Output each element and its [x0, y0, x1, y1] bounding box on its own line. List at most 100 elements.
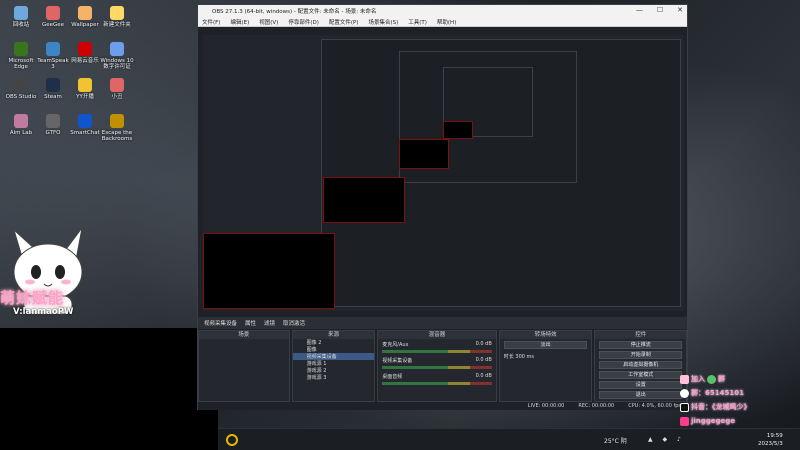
black-box-medium — [323, 177, 405, 223]
desktop-icon[interactable]: Steam — [36, 78, 70, 100]
cpu-fps: CPU: 4.0%, 60.00 fps — [628, 403, 681, 409]
app-icon — [110, 6, 124, 20]
desktop-icon-label: Windows 10 数字许可证 — [100, 58, 134, 70]
source-item[interactable]: 游戏源 2 — [293, 367, 375, 374]
menu-edit[interactable]: 编辑(E) — [230, 18, 249, 26]
settings-button[interactable]: 设置 — [599, 381, 682, 389]
desktop-icon-label: TeamSpeak 3 — [37, 58, 69, 70]
desktop-icon[interactable]: Windows 10 数字许可证 — [100, 42, 134, 70]
menu-profile[interactable]: 配置文件(P) — [329, 18, 359, 26]
overlay-tiktok-line: jinggegege — [680, 414, 800, 428]
obs-title-bar[interactable]: OBS 27.1.3 (64-bit, windows) - 配置文件: 未命名… — [198, 5, 687, 17]
mixer-channel-video[interactable]: 视频采集设备 0.0 dB — [378, 355, 496, 371]
desktop-icon-label: 新建文件夹 — [103, 22, 131, 28]
desktop-icon[interactable]: GTFO — [36, 114, 70, 136]
app-icon — [110, 114, 124, 128]
desktop-icon[interactable]: 网易云音乐 — [68, 42, 102, 64]
mixer-channel-mic[interactable]: 麦克风/Aux 0.0 dB — [378, 339, 496, 355]
virtual-camera-button[interactable]: 启动虚拟摄像机 — [599, 361, 682, 369]
deactivate-button[interactable]: 取消激活 — [283, 319, 305, 327]
obs-menu-bar: 文件(F) 编辑(E) 视图(V) 停靠部件(D) 配置文件(P) 场景集合(S… — [198, 17, 687, 27]
desktop-icon-label: YY开播 — [76, 94, 94, 100]
desktop-icon-label: SmartChat — [70, 130, 100, 136]
desktop-icon-label: Microsoft Edge — [8, 58, 34, 70]
obs-status-bar: LIVE: 00:00:00 REC: 00:00:00 CPU: 4.0%, … — [198, 402, 687, 410]
app-icon — [78, 42, 92, 56]
menu-docks[interactable]: 停靠部件(D) — [288, 18, 319, 26]
obs-window-title: OBS 27.1.3 (64-bit, windows) - 配置文件: 未命名… — [212, 9, 377, 15]
desktop-icon-label: Escape the Backrooms — [101, 130, 133, 142]
taskbar-app-icon[interactable] — [226, 434, 238, 446]
desktop-icon[interactable]: 小丑 — [100, 78, 134, 100]
desktop-icon-label: Wallpaper — [71, 22, 99, 28]
menu-file[interactable]: 文件(F) — [202, 18, 220, 26]
menu-help[interactable]: 帮助(H) — [437, 18, 456, 26]
mascot-title: 萌妹赋能 — [0, 289, 65, 307]
desktop-icon-label: 小丑 — [111, 94, 123, 100]
desktop-icon[interactable]: YY开播 — [68, 78, 102, 100]
mascot-subtitle: V:lanmaoPW — [13, 307, 74, 317]
app-icon — [110, 42, 124, 56]
desktop-icon[interactable]: Aim Lab — [4, 114, 38, 136]
desktop-icon[interactable]: Wallpaper — [68, 6, 102, 28]
stop-streaming-button[interactable]: 停止推流 — [599, 341, 682, 349]
overlay-join-line: 加入 群 — [680, 372, 800, 386]
weather-widget[interactable]: 25°C 阴 — [604, 436, 627, 445]
source-item[interactable]: 图像 2 — [293, 339, 375, 346]
app-icon — [46, 114, 60, 128]
exit-button[interactable]: 退出 — [599, 391, 682, 399]
transitions-header: 转场特效 — [499, 331, 592, 339]
mixer-dock: 混音器 麦克风/Aux 0.0 dB 视频采集设备 0.0 dB 桌面音频 0.… — [377, 330, 497, 402]
transition-duration[interactable]: 时长 300 ms — [500, 351, 592, 362]
app-icon — [14, 114, 28, 128]
desktop-icon[interactable]: Escape the Backrooms — [100, 114, 134, 142]
app-icon — [14, 78, 28, 92]
black-box-tiny — [443, 121, 473, 139]
black-box-small — [399, 139, 449, 169]
desktop-icon[interactable]: TeamSpeak 3 — [36, 42, 70, 70]
transition-type-select[interactable]: 淡出 — [503, 341, 588, 349]
start-recording-button[interactable]: 开始录制 — [599, 351, 682, 359]
source-item-selected[interactable]: 视频采集设备 — [292, 353, 375, 360]
mixer-channel-desktop[interactable]: 桌面音频 0.0 dB — [378, 371, 496, 387]
clock[interactable]: 19:59 2023/5/3 — [758, 432, 783, 448]
desktop-icon[interactable]: 新建文件夹 — [100, 6, 134, 28]
app-icon — [78, 114, 92, 128]
properties-button[interactable]: 属性 — [245, 319, 256, 327]
menu-scene-collection[interactable]: 场景集合(S) — [368, 18, 398, 26]
sources-dock: 来源 图像 2 图像 视频采集设备 游戏源 1 游戏源 2 游戏源 3 — [291, 330, 376, 402]
controls-header: 控件 — [595, 331, 686, 339]
minimize-icon[interactable]: — — [636, 6, 643, 14]
controls-dock: 控件 停止推流 开始录制 启动虚拟摄像机 工作室模式 设置 退出 — [594, 330, 687, 402]
desktop-icon[interactable]: SmartChat — [68, 114, 102, 136]
source-item[interactable]: 图像 — [293, 346, 375, 353]
qq-icon — [680, 388, 689, 398]
studio-mode-button[interactable]: 工作室模式 — [599, 371, 682, 379]
maximize-icon[interactable]: ☐ — [657, 6, 663, 14]
tiktok-icon — [680, 416, 689, 426]
menu-view[interactable]: 视图(V) — [259, 18, 278, 26]
desktop-icon[interactable]: OBS Studio — [4, 78, 38, 100]
desktop-icon-label: 回收站 — [12, 22, 30, 28]
obs-window[interactable]: OBS 27.1.3 (64-bit, windows) - 配置文件: 未命名… — [197, 4, 688, 410]
overlay-douyin-line: 抖音：《龙城鸣少》 — [680, 400, 800, 414]
source-item[interactable]: 游戏源 1 — [293, 360, 375, 367]
desktop-icon[interactable]: GeeGee — [36, 6, 70, 28]
obs-docks: 场景 来源 图像 2 图像 视频采集设备 游戏源 1 游戏源 2 游戏源 3 混… — [198, 330, 687, 402]
desktop-icon-label: GTFO — [45, 130, 61, 136]
stream-overlay-info: 加入 群 群：65145101 抖音：《龙城鸣少》 jinggegege — [680, 372, 800, 432]
obs-preview-canvas[interactable] — [203, 35, 684, 311]
app-icon — [78, 78, 92, 92]
source-item[interactable]: 游戏源 3 — [293, 374, 375, 381]
filters-button[interactable]: 滤镜 — [264, 319, 275, 327]
black-cover-box — [0, 328, 218, 450]
system-tray[interactable]: ▲ ◆ ♪ — [648, 436, 685, 443]
sources-header: 来源 — [292, 331, 375, 339]
transitions-dock: 转场特效 淡出 时长 300 ms — [498, 330, 593, 402]
close-icon[interactable]: ✕ — [677, 6, 683, 14]
menu-tools[interactable]: 工具(T) — [408, 18, 427, 26]
desktop-icon[interactable]: 回收站 — [4, 6, 38, 28]
wechat-icon — [707, 374, 716, 384]
desktop-icon[interactable]: Microsoft Edge — [4, 42, 38, 70]
desktop-icon-label: GeeGee — [41, 22, 65, 28]
